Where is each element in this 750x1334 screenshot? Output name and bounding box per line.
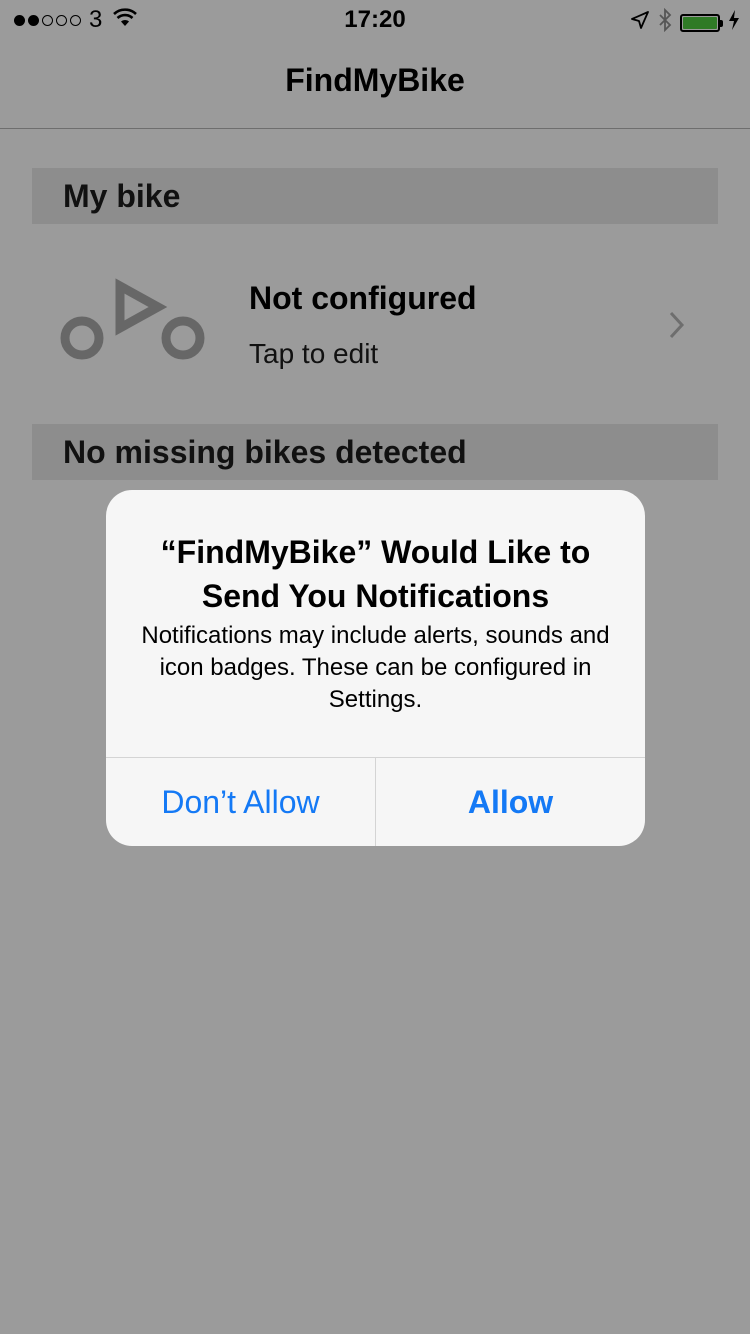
alert-title: “FindMyBike” Would Like to Send You Noti… xyxy=(160,534,591,614)
page-title: FindMyBike xyxy=(285,62,465,98)
battery-icon xyxy=(680,13,723,32)
charging-bolt-icon xyxy=(728,10,740,35)
location-arrow-icon xyxy=(630,10,650,35)
section-header-my-bike: My bike xyxy=(32,168,718,224)
navigation-bar: FindMyBike xyxy=(0,40,750,129)
battery-level-fill xyxy=(683,16,717,29)
bike-status-subtitle: Tap to edit xyxy=(249,338,379,369)
bike-row[interactable]: Not configured Tap to edit xyxy=(32,252,718,392)
alert-button-bar: Don’t Allow Allow xyxy=(106,757,645,846)
status-bar: 3 17:20 xyxy=(0,0,750,40)
section-title-missing-bikes: No missing bikes detected xyxy=(63,434,467,470)
status-right xyxy=(630,7,740,37)
section-title-my-bike: My bike xyxy=(63,178,181,214)
section-header-missing-bikes: No missing bikes detected xyxy=(32,424,718,480)
allow-button[interactable]: Allow xyxy=(375,758,645,846)
alert-message: Notifications may include alerts, sounds… xyxy=(141,622,610,713)
bluetooth-icon xyxy=(658,7,672,37)
notification-permission-alert: “FindMyBike” Would Like to Send You Noti… xyxy=(106,490,645,846)
bike-icon xyxy=(60,278,206,373)
dont-allow-button[interactable]: Don’t Allow xyxy=(106,758,375,846)
bike-status-title: Not configured xyxy=(249,280,477,316)
chevron-right-icon xyxy=(668,310,686,345)
